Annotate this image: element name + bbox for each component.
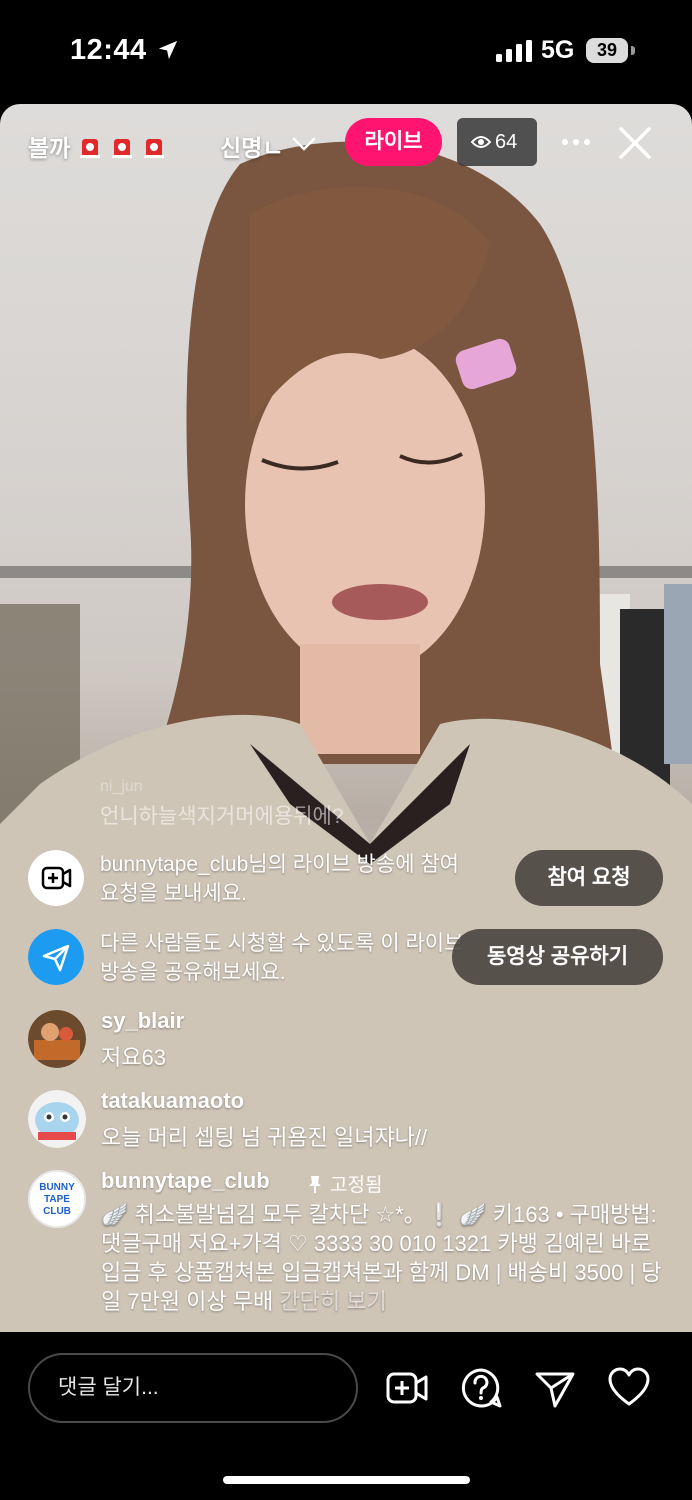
close-icon[interactable]	[618, 126, 652, 160]
signal-icon	[496, 40, 532, 62]
pin-icon	[309, 1176, 321, 1193]
join-request-text: bunnytape_club님의 라이브 방송에 참여 요청을 보내세요.	[100, 853, 459, 905]
status-time: 12:44	[70, 34, 147, 66]
comment-text: 오늘 머리 셉팅 넘 귀욤진 일녀쟈나//	[101, 1125, 428, 1150]
comment-username[interactable]: tatakuamaoto	[101, 1088, 244, 1114]
live-badge: 라이브	[345, 118, 442, 166]
viewer-count-badge[interactable]: 64	[457, 118, 537, 166]
heart-icon[interactable]	[607, 1366, 651, 1410]
share-row: 다른 사람들도 시청할 수 있도록 이 라이브 방송을 공유해보세요. 동영상 …	[28, 929, 668, 987]
pinned-comment: BUNNY TAPE CLUB bunnytape_club 고정됨 🪽 취소불…	[28, 1168, 668, 1318]
comment-item: tatakuamaoto 오늘 머리 셉팅 넘 귀욤진 일녀쟈나//	[28, 1088, 668, 1152]
more-icon[interactable]	[560, 130, 592, 154]
comment-username[interactable]: sy_blair	[101, 1008, 184, 1034]
faded-comment-text: 언니하늘색지거머에용뒤에?	[100, 805, 344, 828]
comment-input[interactable]	[28, 1353, 358, 1423]
send-icon	[28, 929, 84, 985]
video-add-icon	[28, 850, 84, 906]
pinned-username[interactable]: bunnytape_club	[101, 1168, 270, 1194]
pinned-body: 🪽 취소불발넘김 모두 칼차단 ☆*。❕ 🪽 키163 • 구매방법: 댓글구매…	[101, 1200, 671, 1316]
join-request-row: bunnytape_club님의 라이브 방송에 참여 요청을 보내세요. 참여…	[28, 850, 668, 908]
avatar[interactable]	[28, 1010, 86, 1068]
send-icon[interactable]	[533, 1366, 577, 1410]
avatar[interactable]: BUNNY TAPE CLUB	[28, 1170, 86, 1228]
see-less-link[interactable]: 간단히 보기	[279, 1289, 386, 1314]
live-header: 볼까 신명ㄴ 라이브 64	[0, 104, 692, 184]
avatar[interactable]	[28, 1090, 86, 1148]
bottom-bar	[0, 1332, 692, 1500]
faded-comment-user: ni_jun	[100, 778, 143, 795]
share-text: 다른 사람들도 시청할 수 있도록 이 라이브 방송을 공유해보세요.	[100, 932, 464, 984]
avatar-logo-text: BUNNY TAPE CLUB	[39, 1182, 75, 1217]
siren-icon	[80, 139, 101, 158]
join-request-button[interactable]: 참여 요청	[515, 850, 663, 906]
eye-icon	[471, 136, 491, 148]
viewer-count: 64	[495, 131, 518, 153]
battery-icon: 39	[586, 38, 628, 63]
comment-text: 저요63	[101, 1045, 166, 1070]
siren-icon	[144, 139, 165, 158]
network-type: 5G	[541, 36, 575, 64]
question-icon[interactable]	[459, 1366, 503, 1410]
chevron-down-icon[interactable]	[291, 134, 317, 154]
pinned-badge: 고정됨	[308, 1170, 382, 1197]
pinned-label: 고정됨	[330, 1175, 383, 1196]
home-indicator[interactable]	[223, 1476, 470, 1484]
location-arrow-icon	[158, 40, 178, 60]
siren-icon	[112, 139, 133, 158]
battery-tip	[631, 46, 635, 55]
host-name[interactable]: 신명ㄴ	[220, 129, 283, 163]
share-video-button[interactable]: 동영상 공유하기	[452, 929, 663, 985]
video-add-icon[interactable]	[385, 1366, 429, 1410]
status-bar: 12:44 5G 39	[0, 0, 692, 104]
stream-title-text: 볼까	[28, 135, 71, 161]
stream-title[interactable]: 볼까	[28, 129, 166, 163]
comment-item: sy_blair 저요63	[28, 1008, 668, 1072]
